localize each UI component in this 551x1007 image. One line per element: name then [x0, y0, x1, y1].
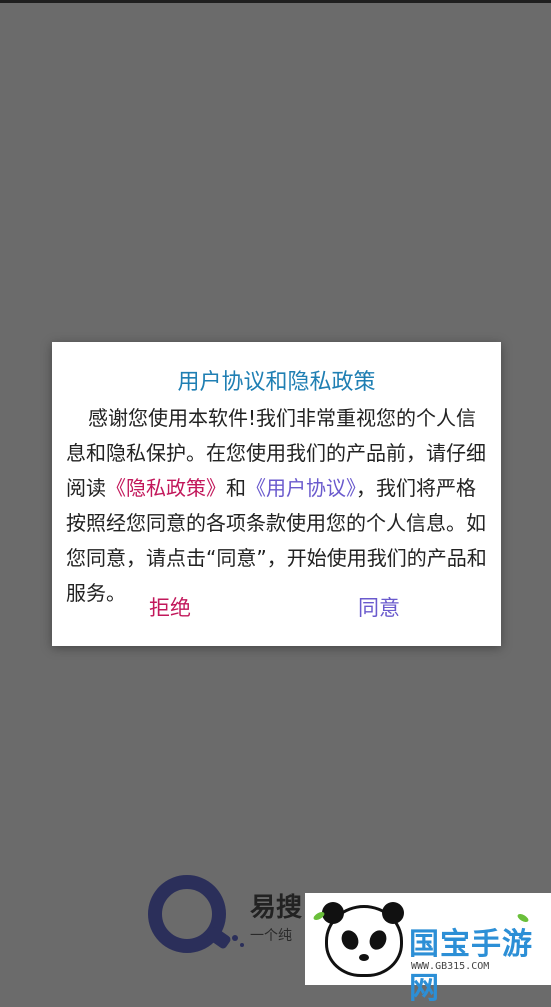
panda-icon [322, 902, 404, 977]
search-logo-tail [205, 925, 233, 951]
user-agreement-link[interactable]: 《用户协议》 [246, 476, 356, 500]
panda-ear [322, 902, 344, 924]
app-slogan: 一个纯 [250, 928, 292, 944]
panda-eye [366, 927, 390, 953]
agree-button[interactable]: 同意 [358, 592, 400, 622]
logo-dot [240, 943, 244, 947]
status-bar [0, 0, 551, 3]
dialog-title: 用户协议和隐私政策 [177, 370, 376, 395]
dialog-body: 感谢您使用本软件!我们非常重视您的个人信息和隐私保护。在您使用我们的产品前，请仔… [66, 401, 488, 611]
watermark-badge: 国宝手游网 WWW.GB315.COM [305, 893, 551, 1006]
panda-nose [359, 954, 369, 961]
privacy-dialog: 用户协议和隐私政策 感谢您使用本软件!我们非常重视您的个人信息和隐私保护。在您使… [52, 342, 501, 646]
reject-button[interactable]: 拒绝 [149, 592, 191, 622]
app-name: 易搜 [250, 893, 303, 923]
privacy-policy-link[interactable]: 《隐私政策》 [106, 476, 226, 500]
watermark-url: WWW.GB315.COM [411, 961, 490, 972]
dialog-and-text: 和 [226, 476, 246, 500]
panda-ear [382, 902, 404, 924]
panda-eye [338, 927, 362, 953]
logo-dot [232, 935, 238, 941]
